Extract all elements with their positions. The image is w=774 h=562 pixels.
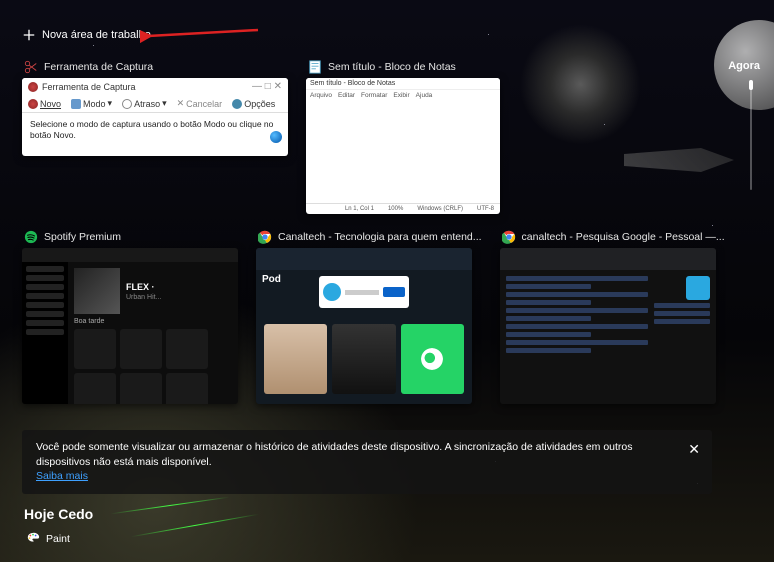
chrome-thumbnail-1: Pod [256,248,472,404]
paint-icon [26,532,40,546]
timeline-scrollbar[interactable] [750,80,752,190]
close-icon[interactable]: ✕ [688,440,700,460]
spotify-thumbnail: FLEX ·Urban Hit... Boa tarde [22,248,238,404]
sync-info-banner: Você pode somente visualizar ou armazena… [22,430,712,494]
banner-text: Você pode somente visualizar ou armazena… [36,441,633,468]
new-desktop-label: Nova área de trabalho [42,29,151,41]
task-card-spotify[interactable]: Spotify Premium FLEX ·Urban Hit... Boa t… [22,230,238,404]
scissors-icon [24,60,38,74]
chrome-thumbnail-2 [500,248,716,404]
spotify-icon [24,230,38,244]
task-card-notepad[interactable]: Sem título - Bloco de Notas Sem título -… [306,60,500,214]
task-card-chrome-canaltech[interactable]: Canaltech - Tecnologia para quem entend.… [256,230,482,404]
task-card-paint[interactable]: Paint [26,532,70,546]
timeline-now-label: Agora [728,60,760,72]
card-title: Ferramenta de Captura [44,61,153,73]
annotation-arrow [140,22,260,52]
card-title: Spotify Premium [44,231,121,243]
card-title: Sem título - Bloco de Notas [328,61,456,73]
new-desktop-button[interactable]: Nova área de trabalho [22,28,752,42]
card-title: canaltech - Pesquisa Google - Pessoal —.… [522,231,725,243]
learn-more-link[interactable]: Saiba mais [36,470,88,482]
chrome-icon [502,230,516,244]
notepad-thumbnail: Sem título - Bloco de Notas ArquivoEdita… [306,78,500,214]
earlier-heading: Hoje Cedo [24,506,93,522]
task-card-chrome-search[interactable]: canaltech - Pesquisa Google - Pessoal —.… [500,230,725,404]
task-card-snipping[interactable]: Ferramenta de Captura Ferramenta de Capt… [22,60,288,214]
snipping-thumbnail: Ferramenta de Captura— □ ✕ Novo Modo ▾ A… [22,78,288,156]
chrome-icon [258,230,272,244]
notepad-icon [308,60,322,74]
plus-icon [22,28,36,42]
paint-label: Paint [46,533,70,545]
card-title: Canaltech - Tecnologia para quem entend.… [278,231,482,243]
